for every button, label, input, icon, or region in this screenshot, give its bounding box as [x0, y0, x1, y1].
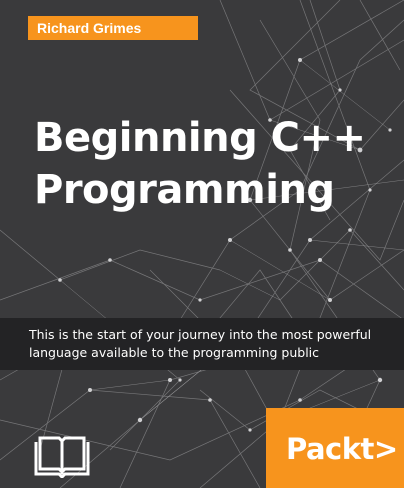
book-title-line-2: Programming: [34, 167, 335, 213]
publisher-logo-box: Packt>: [266, 408, 404, 488]
book-title: Beginning C++ Programming: [34, 112, 394, 216]
publisher-logo: Packt>: [286, 432, 398, 466]
open-book-icon: [34, 436, 90, 478]
book-description-line-2: language available to the programming pu…: [29, 345, 320, 360]
book-description-line-1: This is the start of your journey into t…: [29, 327, 372, 342]
book-title-line-1: Beginning C++: [34, 115, 366, 161]
author-name: Richard Grimes: [28, 16, 198, 40]
book-description: This is the start of your journey into t…: [0, 318, 404, 370]
book-cover: Richard Grimes Beginning C++ Programming…: [0, 0, 404, 488]
